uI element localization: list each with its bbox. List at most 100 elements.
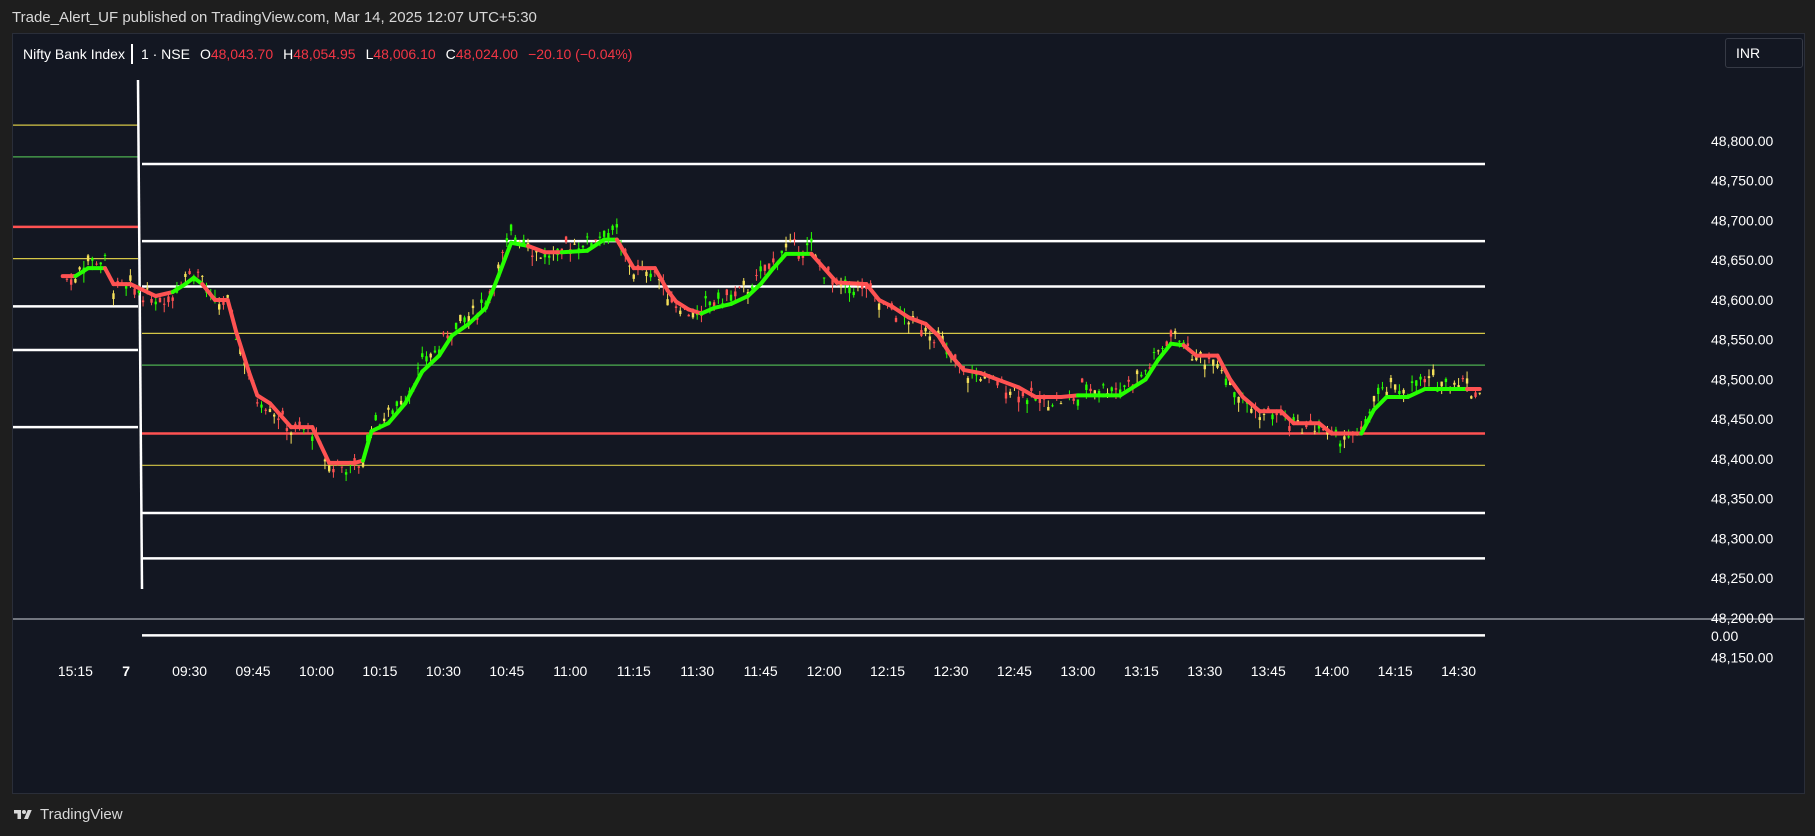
- candle-body: [1203, 364, 1206, 370]
- candle-body: [712, 302, 716, 307]
- candle-body: [289, 432, 293, 435]
- tradingview-logo-icon: [14, 809, 32, 819]
- candle-body: [514, 237, 517, 242]
- candle-body: [1127, 379, 1130, 382]
- candle-body: [95, 263, 98, 265]
- chart-legend: Nifty Bank Index 1 · NSE O 48,043.70 H 4…: [21, 44, 632, 64]
- candle-body: [150, 298, 153, 303]
- candle-body: [273, 414, 276, 417]
- candle-body: [141, 300, 145, 303]
- candle-body: [708, 301, 712, 306]
- candle-body: [793, 239, 796, 241]
- candle-body: [674, 306, 678, 308]
- trend-line-segment: [559, 248, 590, 255]
- candle-body: [463, 317, 466, 323]
- candle-body: [1440, 381, 1443, 387]
- candle-body: [1427, 376, 1431, 379]
- candle-body: [1300, 432, 1304, 434]
- candle-body: [501, 251, 504, 253]
- open-key: O: [199, 46, 211, 62]
- candle-body: [201, 275, 204, 277]
- candle-body: [65, 278, 69, 280]
- y-tick-label: 48,700.00: [1711, 212, 1773, 228]
- candle-body: [784, 243, 788, 248]
- chart-pane[interactable]: 48,800.00 48,750.00 48,700.00 48,650.00 48,6…: [12, 33, 1805, 794]
- candle-body: [1123, 385, 1126, 387]
- y-tick-label: 48,350.00: [1711, 491, 1773, 507]
- candle-body: [167, 296, 170, 303]
- candle-body: [1047, 407, 1050, 411]
- candle-body: [729, 294, 733, 301]
- candle-body: [1389, 377, 1393, 383]
- brand-footer[interactable]: TradingView: [12, 806, 123, 823]
- candle-body: [387, 407, 390, 410]
- candle-body: [374, 415, 377, 421]
- candle-body: [928, 336, 932, 341]
- x-tick-label: 09:45: [236, 663, 271, 679]
- close-key: C: [445, 46, 456, 62]
- x-tick-label: 12:30: [933, 663, 968, 679]
- candle-body: [924, 327, 927, 332]
- high-key: H: [283, 46, 294, 62]
- candle-body: [505, 238, 509, 242]
- x-tick-label: 14:15: [1378, 663, 1413, 679]
- candle-body: [1478, 392, 1481, 394]
- candle-body: [184, 273, 187, 277]
- candle-body: [264, 409, 267, 411]
- candle-body: [932, 342, 936, 344]
- candle-body: [421, 353, 424, 358]
- candle-body: [1017, 396, 1020, 403]
- candle-body: [1224, 378, 1228, 385]
- candle-body: [1102, 384, 1105, 386]
- y-tick-label: 48,600.00: [1711, 292, 1773, 308]
- candle-body: [391, 410, 394, 414]
- candle-body: [1021, 392, 1025, 397]
- currency-button[interactable]: INR: [1725, 38, 1803, 68]
- candle-body: [738, 286, 741, 288]
- candle-body: [1237, 396, 1240, 403]
- candle-body: [133, 288, 136, 295]
- x-tick-label: 13:45: [1251, 663, 1286, 679]
- candle-body: [894, 317, 898, 322]
- candle-body: [416, 367, 420, 369]
- candle-body: [433, 350, 437, 353]
- candle-body: [222, 301, 225, 305]
- candle-body: [1152, 352, 1156, 354]
- x-tick-label: 14:30: [1441, 663, 1476, 679]
- brand-name: TradingView: [40, 806, 123, 823]
- candle-body: [1085, 384, 1088, 390]
- x-tick-label: 11:15: [617, 663, 651, 679]
- candle-body: [112, 293, 115, 300]
- candle-body: [1144, 370, 1147, 372]
- price-chart[interactable]: 48,800.00 48,750.00 48,700.00 48,650.00 48,6…: [13, 34, 1804, 793]
- candle-body: [99, 262, 102, 265]
- candle-body: [607, 232, 610, 238]
- candle-body: [1220, 370, 1223, 372]
- candle-body: [86, 255, 90, 262]
- candle-body: [158, 298, 162, 303]
- candle-body: [226, 295, 229, 298]
- candle-body: [163, 303, 166, 305]
- x-tick-label: 10:45: [489, 663, 524, 679]
- candle-body: [1271, 414, 1274, 420]
- candle-body: [1216, 364, 1219, 368]
- candle-body: [357, 466, 360, 468]
- candle-body: [767, 263, 771, 269]
- candle-body: [454, 322, 458, 330]
- symbol-name[interactable]: Nifty Bank Index: [21, 44, 133, 64]
- candle-body: [602, 230, 606, 237]
- candle-body: [69, 279, 73, 285]
- candle-body: [1444, 378, 1448, 383]
- candle-body: [573, 243, 576, 245]
- candle-body: [340, 466, 344, 468]
- candle-body: [399, 400, 403, 405]
- candle-body: [1402, 389, 1405, 394]
- candle-body: [188, 271, 191, 275]
- candle-body: [780, 250, 783, 254]
- candle-body: [725, 289, 729, 296]
- candle-body: [1025, 400, 1029, 405]
- candle-body: [687, 314, 690, 317]
- candle-body: [1157, 350, 1160, 352]
- candle-body: [1343, 436, 1346, 440]
- x-tick-label: 12:00: [807, 663, 842, 679]
